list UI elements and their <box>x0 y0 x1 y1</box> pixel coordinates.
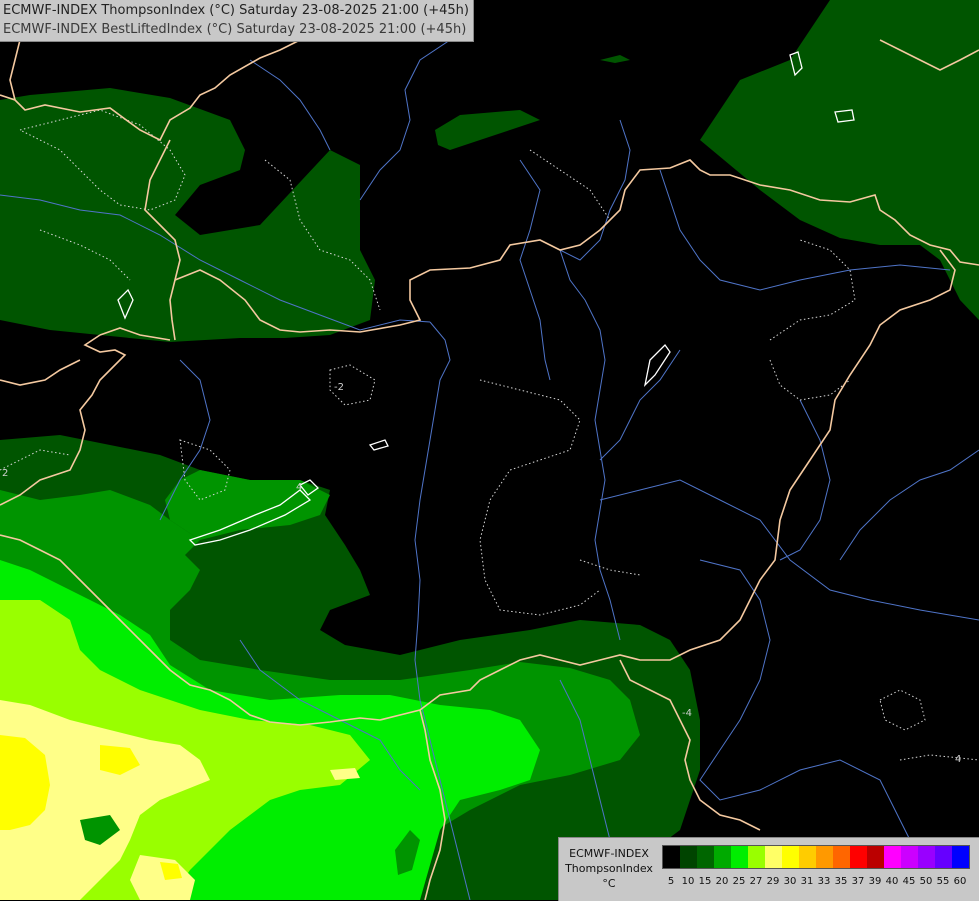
map-title-box: ECMWF-INDEX ThompsonIndex (°C) Saturday … <box>0 0 474 42</box>
contour-label: 4 <box>955 754 961 765</box>
legend-tick-label: 31 <box>800 876 814 887</box>
legend-tick-label: 39 <box>868 876 882 887</box>
legend-tick-label: 25 <box>732 876 746 887</box>
legend-swatch <box>816 846 833 868</box>
legend-tick-label: 29 <box>766 876 780 887</box>
weather-map: -2 -4 4 4 2 <box>0 0 979 900</box>
legend-parameter: ThompsonIndex <box>565 862 653 875</box>
legend-tick-label: 27 <box>749 876 763 887</box>
legend-tick-label: 40 <box>885 876 899 887</box>
legend-tick-label: 30 <box>783 876 797 887</box>
legend-tick-label: 5 <box>667 876 675 887</box>
legend-swatch <box>731 846 748 868</box>
legend-tick-label: 35 <box>834 876 848 887</box>
contour-label: -4 <box>682 708 692 719</box>
legend-tick-label: 50 <box>919 876 933 887</box>
legend-tick-label: 60 <box>953 876 967 887</box>
legend-source: ECMWF-INDEX <box>569 847 649 860</box>
legend-tick-label: 33 <box>817 876 831 887</box>
legend-tick-label: 15 <box>698 876 712 887</box>
legend-tick-label: 37 <box>851 876 865 887</box>
legend-swatch <box>867 846 884 868</box>
legend-swatch <box>765 846 782 868</box>
legend-swatch <box>799 846 816 868</box>
legend-label: ECMWF-INDEX ThompsonIndex °C <box>561 846 657 891</box>
legend-swatch <box>952 846 969 868</box>
legend-swatch <box>748 846 765 868</box>
legend-swatch <box>850 846 867 868</box>
legend-swatch <box>884 846 901 868</box>
legend-swatch <box>833 846 850 868</box>
contour-label: -2 <box>334 382 344 393</box>
legend-tick-label: 55 <box>936 876 950 887</box>
legend-swatch <box>935 846 952 868</box>
legend-swatch <box>697 846 714 868</box>
contour-label: 4 <box>296 482 302 493</box>
legend-swatch <box>714 846 731 868</box>
legend-swatch <box>782 846 799 868</box>
legend-tick-label: 20 <box>715 876 729 887</box>
map-title-thompson: ECMWF-INDEX ThompsonIndex (°C) Saturday … <box>3 3 469 18</box>
map-title-bestlifted: ECMWF-INDEX BestLiftedIndex (°C) Saturda… <box>3 22 467 37</box>
legend-swatch <box>901 846 918 868</box>
color-legend: ECMWF-INDEX ThompsonIndex °C 5 10 15 20 25 27… <box>558 837 979 901</box>
legend-tick-label: 45 <box>902 876 916 887</box>
legend-swatch <box>680 846 697 868</box>
contour-label: 2 <box>2 468 8 479</box>
legend-color-scale <box>662 845 970 869</box>
legend-swatch <box>918 846 935 868</box>
legend-unit: °C <box>602 877 616 890</box>
legend-tick-labels: 5 10 15 20 25 27 29 30 31 33 35 37 39 40 45 50 55 60 <box>662 876 968 890</box>
legend-swatch <box>663 846 680 868</box>
legend-tick-label: 10 <box>681 876 695 887</box>
